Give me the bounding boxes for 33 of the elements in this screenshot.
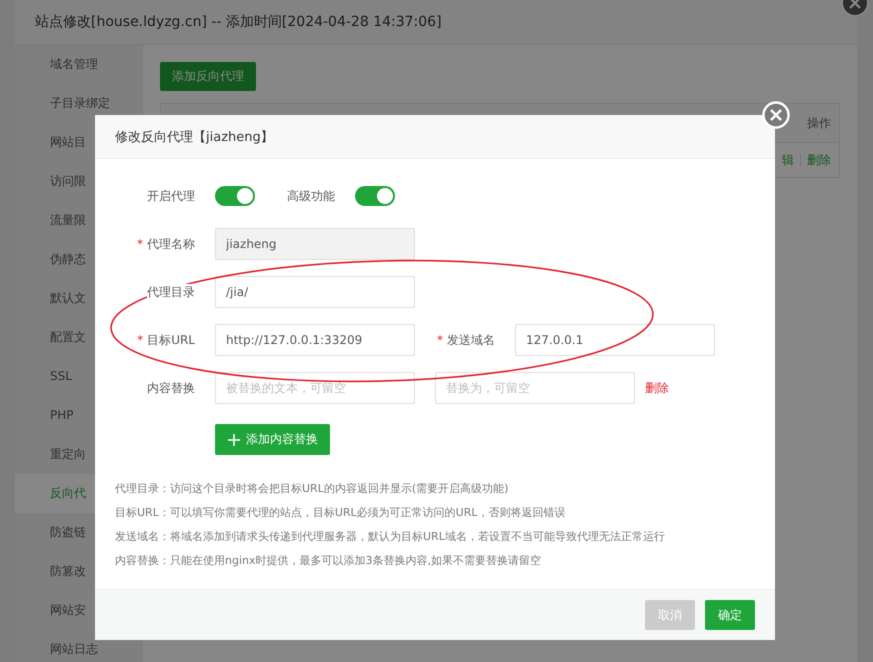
input-field[interactable]: 被替换的文本，可留空 (215, 372, 415, 404)
input-field[interactable]: 127.0.0.1 (515, 324, 715, 356)
help-text: 发送域名：将域名添加到请求头传递到代理服务器，默认为目标URL域名，若设置不当可能导致代理无法正常运行 (115, 529, 666, 545)
input-field[interactable]: 替换为，可留空 (435, 372, 635, 404)
toggle-label: 开启代理 (147, 188, 196, 204)
field-label: 代理目录 (147, 284, 195, 300)
action-link[interactable]: 删除 (807, 152, 831, 168)
required-mark: * (137, 333, 144, 347)
required-mark: * (437, 333, 443, 347)
confirm-button[interactable]: 确定 (705, 600, 755, 630)
field-label: 发送域名 (447, 332, 495, 348)
required-mark: * (137, 237, 143, 251)
toggle-switch[interactable] (355, 186, 395, 206)
toggle-switch[interactable] (215, 186, 255, 206)
field-label: 目标URL (147, 332, 195, 348)
dialog-title: 修改反向代理【jiazheng】 (115, 128, 274, 146)
action-link[interactable]: 辑 (782, 152, 794, 168)
add-proxy-button[interactable]: 添加反向代理 (160, 62, 256, 91)
input-field[interactable]: http://127.0.0.1:33209 (215, 324, 415, 356)
sidebar-item[interactable]: 子目录绑定 (15, 84, 143, 123)
close-icon[interactable] (762, 101, 790, 129)
help-text: 内容替换：只能在使用nginx时提供，最多可以添加3条替换内容,如果不需要替换请留空 (115, 553, 542, 569)
window-title: 站点修改[house.ldyzg.cn] -- 添加时间[2024-04-28 14:37:06] (35, 13, 442, 31)
plus-icon (227, 432, 241, 446)
column-header: 操作 (807, 114, 831, 132)
field-label: 代理名称 (147, 236, 195, 252)
input-field[interactable]: /jia/ (215, 276, 415, 308)
toggle-label: 高级功能 (287, 188, 336, 204)
sidebar-item[interactable]: 网站日志 (15, 630, 143, 662)
field-label: 内容替换 (147, 380, 195, 396)
add-replace-button[interactable]: 添加内容替换 (215, 424, 330, 455)
delete-link[interactable]: 删除 (645, 380, 669, 396)
sidebar-item[interactable]: 域名管理 (15, 45, 143, 84)
